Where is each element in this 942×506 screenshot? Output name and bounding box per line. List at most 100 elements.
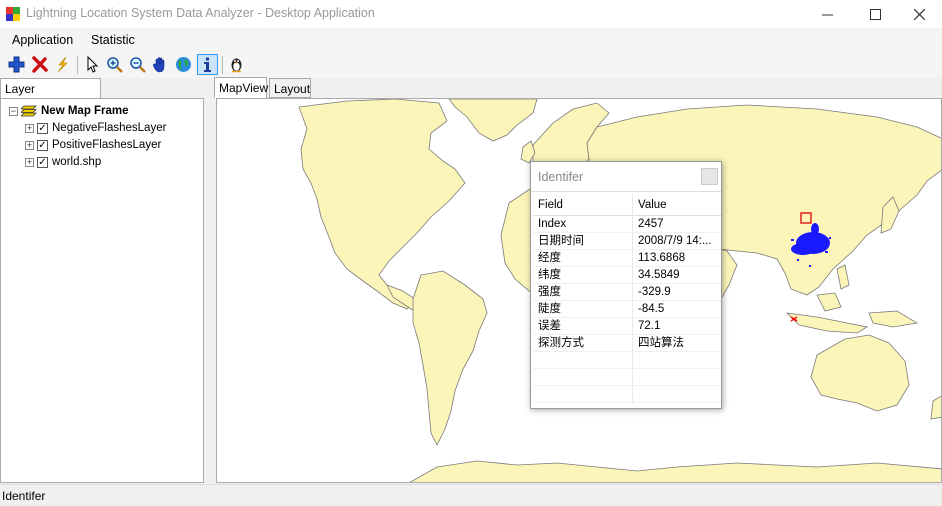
status-bar: Identifer (0, 484, 942, 506)
full-extent-button[interactable] (173, 54, 194, 75)
grid-row-empty[interactable] (533, 386, 721, 403)
greenland (448, 99, 538, 142)
add-layer-button[interactable] (6, 54, 27, 75)
zoom-in-button[interactable] (104, 54, 125, 75)
value-cell: 72.1 (638, 320, 661, 332)
layer-label: world.shp (52, 156, 102, 168)
lightning-button[interactable] (52, 54, 73, 75)
field-cell: 陡度 (533, 301, 633, 318)
tree-item-positive-flashes[interactable]: + ✓ PositiveFlashesLayer (25, 137, 161, 153)
tab-layout[interactable]: Layout (269, 78, 311, 98)
identify-close-button[interactable] (701, 168, 718, 185)
close-icon (913, 8, 925, 20)
field-cell: 探测方式 (533, 335, 633, 352)
map-frame-label: New Map Frame (41, 105, 129, 117)
grid-row[interactable]: Index 2457 (533, 216, 721, 233)
layer-checkbox[interactable]: ✓ (37, 139, 48, 151)
tree-item-negative-flashes[interactable]: + ✓ NegativeFlashesLayer (25, 120, 166, 136)
grid-row[interactable]: 纬度 34.5849 (533, 267, 721, 284)
menu-statistic[interactable]: Statistic (91, 33, 135, 47)
panel-splitter[interactable] (206, 78, 216, 483)
value-cell: 2008/7/9 14:... (638, 235, 712, 247)
map-frame-icon (21, 105, 37, 117)
tree-item-world-shp[interactable]: + ✓ world.shp (25, 154, 101, 170)
column-header-value[interactable]: Value (633, 194, 721, 216)
expand-icon[interactable]: + (25, 123, 34, 133)
globe-icon (176, 57, 191, 72)
zoom-in-icon (107, 57, 123, 73)
identify-button[interactable] (197, 54, 218, 75)
identify-window: Identifer Field Value Index 2457 日期时间 2008… (530, 161, 722, 409)
minimize-button[interactable] (804, 0, 850, 28)
window-title: Lightning Location System Data Analyzer … (26, 6, 375, 20)
field-cell: Index (533, 216, 633, 233)
status-text: Identifer (2, 489, 46, 503)
remove-layer-button[interactable] (29, 54, 50, 75)
grid-row[interactable]: 强度 -329.9 (533, 284, 721, 301)
grid-row[interactable]: 日期时间 2008/7/9 14:... (533, 233, 721, 250)
layer-tree: − New Map Frame + ✓ NegativeFlashesLayer… (0, 98, 204, 483)
expand-icon[interactable]: + (25, 157, 34, 167)
new-guinea (868, 310, 919, 328)
layer-checkbox[interactable]: ✓ (37, 122, 48, 134)
plus-icon (8, 56, 25, 73)
grid-row[interactable]: 陡度 -84.5 (533, 301, 721, 318)
field-cell: 误差 (533, 318, 633, 335)
value-cell: -84.5 (638, 303, 665, 315)
select-button[interactable] (82, 54, 103, 75)
pointer-icon (87, 56, 99, 73)
grid-row[interactable]: 误差 72.1 (533, 318, 721, 335)
lightning-icon (57, 56, 68, 73)
field-cell: 日期时间 (533, 233, 633, 250)
pan-button[interactable] (150, 54, 171, 75)
indonesia (785, 312, 869, 334)
grid-row[interactable]: 经度 113.6868 (533, 250, 721, 267)
grid-row[interactable]: 探测方式 四站算法 (533, 335, 721, 352)
identify-title-bar[interactable]: Identifer (531, 162, 721, 192)
zoom-out-icon (130, 57, 146, 73)
zoom-out-button[interactable] (127, 54, 148, 75)
app-icon (6, 7, 20, 21)
layer-checkbox[interactable]: ✓ (37, 156, 48, 168)
tree-root[interactable]: − New Map Frame (9, 103, 129, 119)
layer-label: NegativeFlashesLayer (52, 122, 167, 134)
collapse-icon[interactable]: − (9, 106, 18, 116)
south-america (412, 270, 488, 446)
antarctica (409, 460, 941, 482)
value-cell: 四站算法 (638, 337, 684, 349)
penguin-icon (231, 58, 242, 73)
philippines (836, 264, 850, 290)
about-button[interactable] (226, 54, 247, 75)
value-cell: -329.9 (638, 286, 671, 298)
toolbar-separator (77, 56, 78, 74)
maximize-button[interactable] (852, 0, 898, 28)
australia (810, 334, 910, 412)
tab-layer-management[interactable]: Layer Management (0, 78, 101, 110)
grid-row-empty[interactable] (533, 369, 721, 386)
field-cell: 纬度 (533, 267, 633, 284)
close-button[interactable] (896, 0, 942, 28)
toolbar-separator (222, 56, 223, 74)
info-icon (204, 57, 211, 72)
value-cell: 34.5849 (638, 269, 680, 281)
identify-grid: Field Value Index 2457 日期时间 2008/7/9 14:..… (533, 194, 721, 403)
expand-icon[interactable]: + (25, 140, 34, 150)
grid-row-empty[interactable] (533, 352, 721, 369)
tab-mapview[interactable]: MapView (214, 77, 268, 98)
toolbar (0, 52, 942, 78)
field-cell: 强度 (533, 284, 633, 301)
column-header-field[interactable]: Field (533, 194, 633, 216)
maximize-icon (869, 8, 881, 20)
layer-label: PositiveFlashesLayer (52, 139, 162, 151)
menu-bar: Application Statistic (0, 28, 942, 52)
minimize-icon (821, 14, 833, 15)
menu-application[interactable]: Application (12, 33, 73, 47)
borneo (816, 292, 842, 312)
new-zealand (930, 395, 941, 420)
layer-management-panel: Layer Management − New Map Frame + ✓ Neg… (0, 78, 206, 483)
value-cell: 2457 (638, 218, 664, 230)
delete-icon (32, 56, 48, 73)
value-cell: 113.6868 (638, 252, 686, 264)
hand-icon (153, 57, 165, 73)
identify-title: Identifer (538, 170, 584, 184)
